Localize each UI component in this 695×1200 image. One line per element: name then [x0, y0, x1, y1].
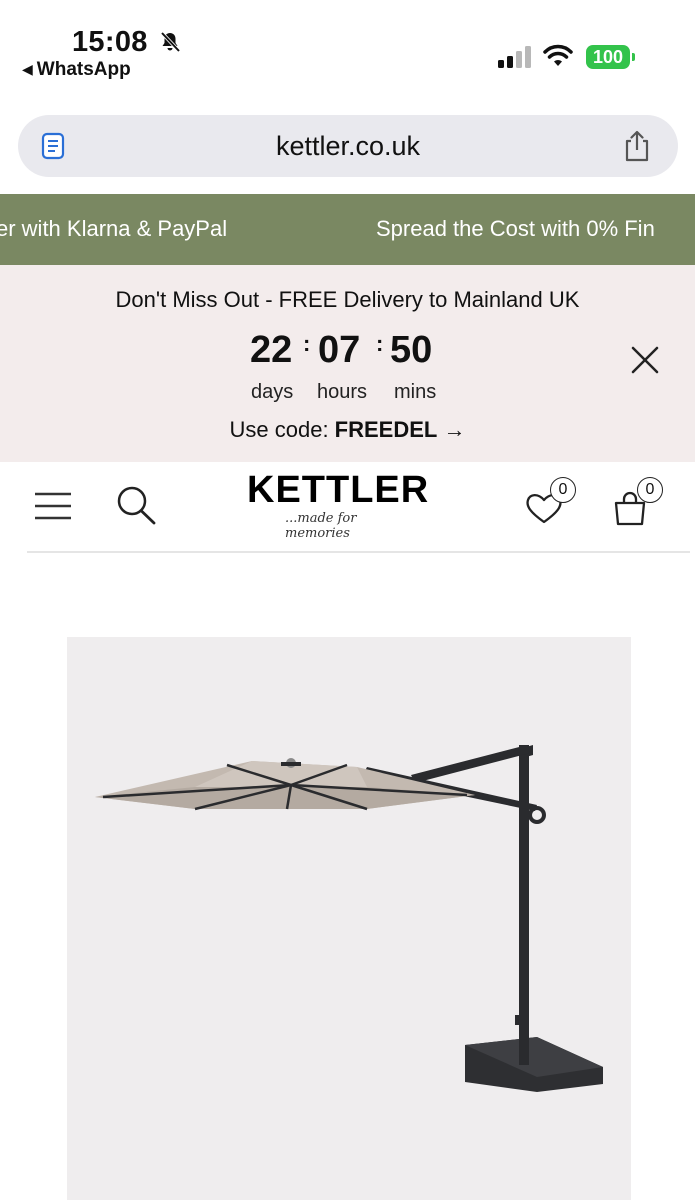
- promo-code-prefix: Use code:: [229, 417, 335, 442]
- marquee-item: Spread the Cost with 0% Fin: [376, 216, 655, 241]
- countdown-separator: :: [376, 331, 384, 356]
- promo-code-link[interactable]: Use code: FREEDEL →: [0, 417, 695, 443]
- back-arrow-icon: ◀: [22, 61, 33, 77]
- signal-icon: [498, 46, 531, 68]
- countdown-days: 22: [250, 329, 293, 371]
- delivery-promo-banner: Don't Miss Out - FREE Delivery to Mainla…: [0, 265, 695, 462]
- countdown-hours-label: hours: [317, 381, 368, 403]
- countdown-mins-label: mins: [394, 381, 437, 403]
- status-bar: 15:08 ◀ WhatsApp 100: [0, 0, 695, 100]
- countdown-separator: :: [303, 331, 311, 356]
- back-to-app-link[interactable]: ◀ WhatsApp: [22, 59, 131, 81]
- logo-tagline: ...made for memories: [285, 511, 357, 541]
- url-text[interactable]: kettler.co.uk: [18, 131, 678, 162]
- cantilever-parasol-image: [95, 745, 603, 1092]
- countdown-hours: 07: [318, 329, 361, 371]
- close-icon[interactable]: [628, 343, 662, 377]
- kettler-logo[interactable]: KETTLER: [247, 469, 442, 512]
- address-bar[interactable]: kettler.co.uk: [18, 115, 678, 177]
- countdown-days-label: days: [251, 381, 294, 403]
- status-time: 15:08: [72, 26, 148, 58]
- header-divider: [27, 551, 690, 553]
- search-icon[interactable]: [114, 484, 158, 526]
- wishlist-count-badge: 0: [550, 477, 576, 503]
- marquee-item: er with Klarna & PayPal: [0, 216, 228, 241]
- battery-icon: 100: [586, 45, 630, 69]
- battery-tip: [632, 53, 635, 61]
- arrow-right-icon: →: [443, 417, 466, 442]
- share-icon[interactable]: [622, 129, 652, 163]
- back-app-label: WhatsApp: [36, 59, 131, 80]
- wifi-icon: [543, 44, 573, 66]
- promo-marquee: er with Klarna & PayPal Spread the Cost …: [0, 194, 695, 265]
- countdown-mins: 50: [390, 329, 433, 371]
- bag-count-badge: 0: [637, 477, 663, 503]
- promo-headline: Don't Miss Out - FREE Delivery to Mainla…: [115, 287, 580, 312]
- menu-icon[interactable]: [34, 489, 72, 523]
- bell-muted-icon: [160, 31, 181, 53]
- promo-code: FREEDEL: [334, 417, 438, 442]
- product-image[interactable]: [67, 637, 631, 1200]
